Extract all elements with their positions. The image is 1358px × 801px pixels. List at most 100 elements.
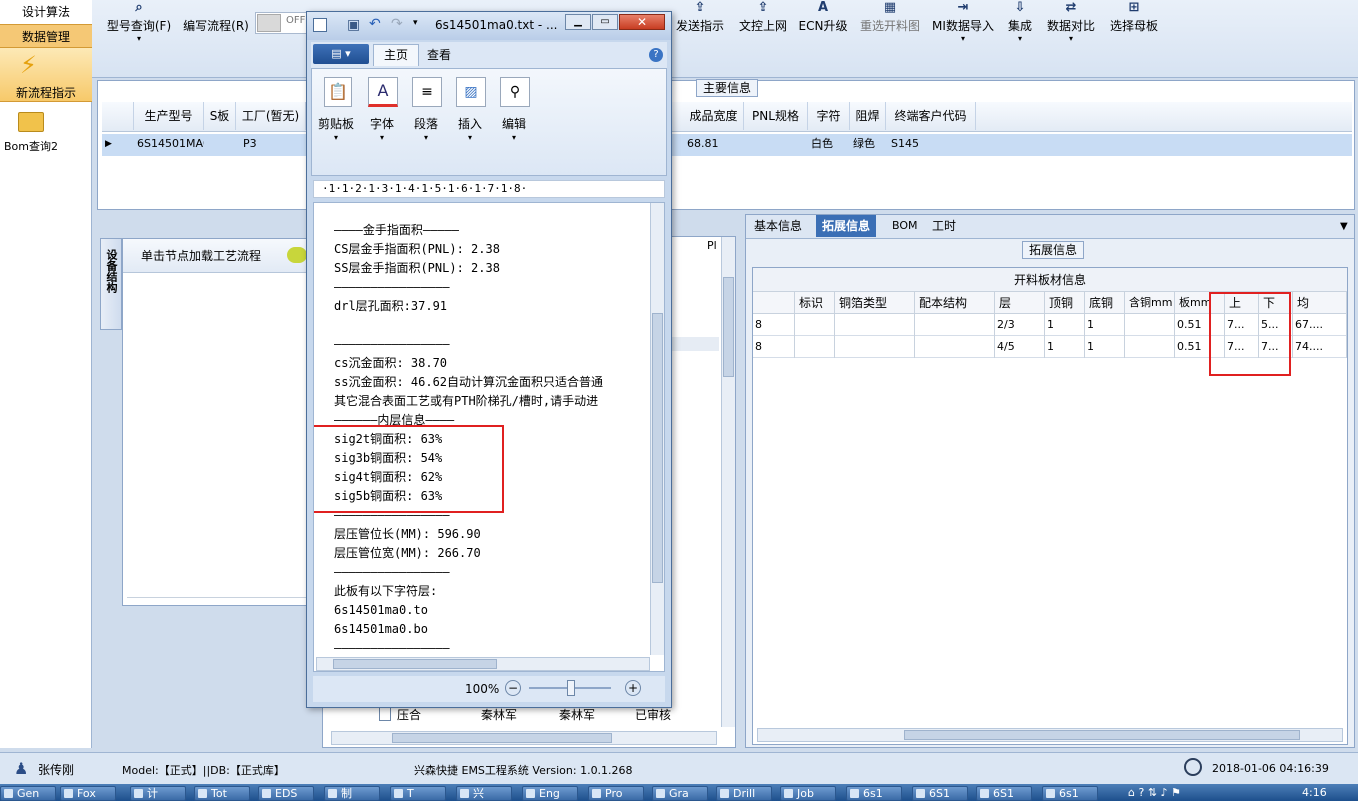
send-instruction-button[interactable]: ⇪ 发送指示 (670, 0, 730, 60)
ecn-upgrade-button[interactable]: A ECN升级 (798, 0, 848, 60)
horizontal-scrollbar[interactable] (757, 728, 1343, 742)
model-query-button[interactable]: ⌕ 型号查询(F) ▾ (104, 0, 174, 60)
toggle-label: OFF (286, 15, 306, 26)
save-icon[interactable]: ▣ (347, 17, 360, 33)
paragraph-group[interactable]: ≡ 段落 ▾ (408, 73, 446, 169)
col-header[interactable]: S板 (204, 102, 236, 130)
reselect-cut-button[interactable]: ▦ 重选开料图 (856, 0, 924, 60)
col-header[interactable]: PNL规格 (744, 102, 808, 130)
zoom-slider-thumb[interactable] (567, 680, 575, 696)
wordpad-window: ▣ ↶ ↷ ▾ 6s14501ma0.txt - ... ▁ ▭ ✕ ▤ ▾ 主… (306, 11, 672, 708)
model-info: Model:【正式】||DB:【正式库】 (122, 764, 285, 777)
col-header[interactable]: 成品宽度 (684, 102, 744, 130)
main-info-panel: 主要信息 生产型号 S板 工厂(暂无) 成品宽度 PNL规格 字符 阻焊 终端客… (97, 79, 1355, 210)
col-header[interactable]: 阻焊 (850, 102, 886, 130)
insert-group[interactable]: ▨ 插入 ▾ (452, 73, 490, 169)
right-panel: 基本信息 拓展信息 BOM 工时 ▼ 拓展信息 开料板材信息 标识 铜箔类型 配… (745, 214, 1355, 748)
edit-group[interactable]: ⚲ 编辑 ▾ (496, 73, 534, 169)
tray-icons[interactable]: ⌂ ? ⇅ ♪ ⚑ (1128, 786, 1181, 799)
table-row[interactable]: ▶ 6S14501MA0 P3 68.81 白色 绿色 S145 (102, 134, 1352, 156)
tab-extended-info[interactable]: 拓展信息 (816, 215, 877, 237)
zoom-in-button[interactable]: + (625, 680, 641, 696)
vertical-scrollbar[interactable] (721, 237, 735, 727)
section-title: 拓展信息 (1022, 241, 1085, 259)
image-icon: ▦ (883, 0, 897, 15)
taskbar-item[interactable]: EDS (258, 786, 314, 801)
highlight-box (314, 425, 504, 513)
col-header[interactable]: 工厂(暂无) (236, 102, 306, 130)
undo-icon[interactable]: ↶ (369, 16, 381, 32)
zoom-level: 100% (465, 682, 500, 696)
dropdown-arrow-icon[interactable]: ▼ (1340, 221, 1348, 232)
app-icon (313, 18, 327, 32)
taskbar-item[interactable]: 计 (130, 786, 186, 801)
toggle-switch[interactable]: OFF (255, 12, 307, 34)
chevron-down-icon: ▾ (1068, 34, 1073, 43)
taskbar-item[interactable]: Gen (0, 786, 56, 801)
letter-a-icon: A (817, 0, 829, 15)
app-menu-button[interactable]: ▤ ▾ (313, 44, 369, 64)
doc-online-button[interactable]: ⇪ 文控上网 (734, 0, 792, 60)
document-area[interactable]: ————金手指面积————— CS层金手指面积(PNL): 2.38 SS层金手… (313, 202, 665, 672)
user-icon: ♟ (14, 759, 29, 778)
highlight-box (1209, 292, 1291, 376)
taskbar-item[interactable]: 6s1 (846, 786, 902, 801)
side-tab-device[interactable]: 设备结构 (100, 238, 122, 330)
clipboard-group[interactable]: 📋 剪贴板 ▾ (318, 73, 358, 169)
ribbon-tabs: ▤ ▾ 主页 查看 ? (311, 42, 667, 68)
clock-icon (1184, 758, 1202, 776)
taskbar-item[interactable]: 兴 (456, 786, 512, 801)
main-ribbon: ⌕ 型号查询(F) ▾ 编写流程(R) OFF ⇪ 发送指示 ⇪ 文控上网 A ECN… (92, 0, 1358, 78)
nav-item-data-management[interactable]: 数据管理 (0, 24, 92, 48)
font-group[interactable]: A 字体 ▾ (364, 73, 402, 169)
data-compare-button[interactable]: ⇄ 数据对比 ▾ (1044, 0, 1098, 60)
tab-view[interactable]: 查看 (427, 46, 451, 64)
taskbar-item[interactable]: 制 (324, 786, 380, 801)
taskbar-item[interactable]: Pro (588, 786, 644, 801)
taskbar-item[interactable]: Fox (60, 786, 116, 801)
download-icon: ⇩ (1014, 0, 1026, 15)
vertical-scrollbar[interactable] (650, 203, 664, 655)
taskbar-item[interactable]: 6s1 (1042, 786, 1098, 801)
help-icon[interactable]: ? (649, 48, 663, 62)
tab-bom[interactable]: BOM (886, 215, 924, 237)
zoom-out-button[interactable]: − (505, 680, 521, 696)
close-button[interactable]: ✕ (619, 14, 665, 30)
font-color-icon: A (368, 77, 398, 107)
nav-item-design-algo[interactable]: 设计算法 (0, 0, 92, 24)
tab-home[interactable]: 主页 (373, 44, 419, 66)
redo-icon[interactable]: ↷ (391, 16, 403, 32)
folder-icon (18, 112, 44, 132)
mi-import-button[interactable]: ⇥ MI数据导入 ▾ (930, 0, 996, 60)
tab-basic-info[interactable]: 基本信息 (748, 215, 808, 237)
ruler: ·1·1·2·1·3·1·4·1·5·1·6·1·7·1·8· (313, 180, 665, 198)
chevron-down-icon[interactable]: ▾ (413, 18, 418, 28)
maximize-button[interactable]: ▭ (592, 14, 618, 30)
taskbar-item[interactable]: Tot (194, 786, 250, 801)
tab-work-hours[interactable]: 工时 (926, 215, 962, 237)
taskbar-item[interactable]: T (390, 786, 446, 801)
bom-query-label: Bom查询2 (4, 140, 58, 153)
col-header[interactable]: 终端客户代码 (886, 102, 976, 130)
taskbar-item[interactable]: Job (780, 786, 836, 801)
taskbar-item[interactable]: 6S1 (976, 786, 1032, 801)
horizontal-scrollbar[interactable] (331, 731, 717, 745)
bom-query-item[interactable]: Bom查询2 (0, 108, 62, 154)
horizontal-scrollbar[interactable] (316, 657, 650, 671)
col-header[interactable]: 生产型号 (134, 102, 204, 130)
taskbar-item[interactable]: Gra (652, 786, 708, 801)
taskbar-item[interactable]: Eng (522, 786, 578, 801)
minimize-button[interactable]: ▁ (565, 14, 591, 30)
window-title: 6s14501ma0.txt - ... (435, 18, 558, 32)
edit-flow-button[interactable]: 编写流程(R) (180, 0, 252, 60)
import-icon: ⇥ (957, 0, 969, 15)
select-mother-board-button[interactable]: ⊞ 选择母板 (1106, 0, 1162, 60)
integrate-button[interactable]: ⇩ 集成 ▾ (1002, 0, 1038, 60)
launch-flow-item[interactable]: ⚡ 新流程指示 (0, 48, 92, 102)
col-header[interactable]: 字符 (808, 102, 850, 130)
clipboard-icon: 📋 (324, 77, 352, 107)
upload-icon: ⇪ (757, 0, 769, 15)
taskbar-item[interactable]: 6S1 (912, 786, 968, 801)
datetime: 2018-01-06 04:16:39 (1212, 762, 1329, 775)
taskbar-item[interactable]: Drill (716, 786, 772, 801)
